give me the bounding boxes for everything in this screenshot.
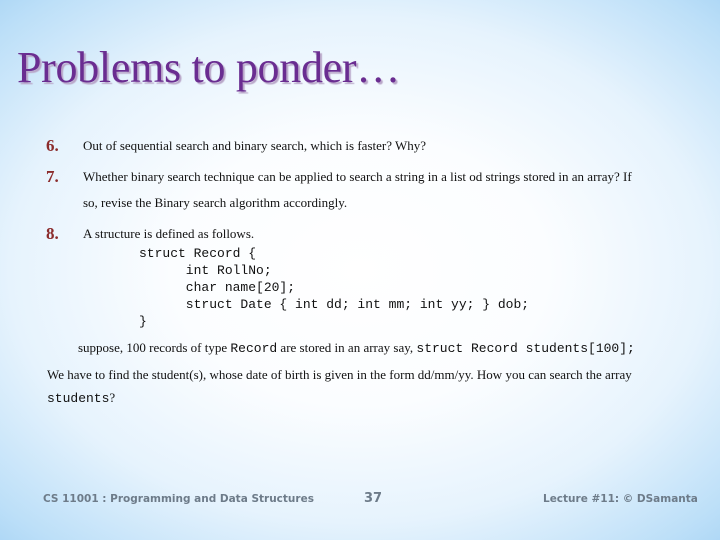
code-line: int RollNo; [139, 263, 272, 278]
footer-course: CS 11001 : Programming and Data Structur… [43, 493, 314, 505]
title-ellipsis: … [356, 43, 400, 92]
code-block: struct Record { int RollNo; char name[20… [139, 245, 529, 330]
item-number: 6. [46, 136, 59, 155]
code-line: } [139, 314, 147, 329]
item-text-line2: so, revise the Binary search algorithm a… [83, 195, 348, 210]
question-code: students [47, 391, 110, 406]
suppose-code-2: struct Record students[100]; [416, 341, 635, 356]
page-number: 37 [364, 491, 383, 506]
suppose-text-1: suppose, 100 records of type [78, 340, 231, 355]
suppose-paragraph: suppose, 100 records of type Record are … [78, 340, 635, 356]
code-line: struct Date { int dd; int mm; int yy; } … [139, 297, 530, 312]
footer-lecture: Lecture #11: © DSamanta [543, 493, 698, 505]
item-number: 8. [46, 224, 59, 243]
item-text-line1: Whether binary search technique can be a… [83, 169, 632, 184]
item-text: Out of sequential search and binary sear… [83, 138, 427, 153]
question-line-2: students? [47, 390, 115, 406]
question-line-1: We have to find the student(s), whose da… [47, 367, 632, 382]
code-line: struct Record { [139, 246, 257, 261]
slide-title-text: Problems to ponder [17, 43, 357, 92]
item-number: 7. [46, 167, 59, 186]
suppose-code-1: Record [230, 341, 278, 356]
item-text: A structure is defined as follows. [83, 226, 255, 241]
code-line: char name[20]; [139, 280, 296, 295]
suppose-text-2: are stored in an array say, [277, 340, 417, 355]
slide-title: Problems to ponder… [17, 42, 400, 93]
question-end: ? [109, 390, 116, 405]
